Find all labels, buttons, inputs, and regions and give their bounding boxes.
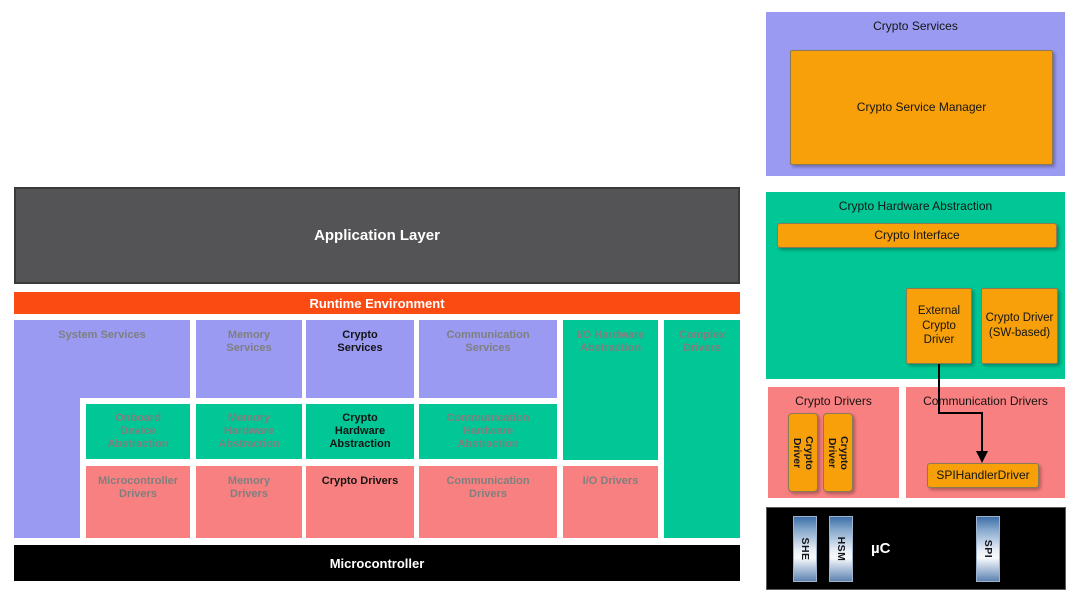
microcontroller-chip-bar: SHE HSM µC SPI (766, 507, 1066, 590)
io-drivers-label: I/O Drivers (583, 475, 639, 488)
she-chip-box: SHE (793, 516, 817, 582)
hsm-label: HSM (835, 537, 847, 562)
communication-drivers-box: Communication Drivers (419, 466, 557, 538)
communication-drivers-panel-title: Communication Drivers (906, 394, 1065, 408)
crypto-driver-1-label: Crypto Driver (791, 428, 815, 478)
crypto-driver-sw-based-label: Crypto Driver (SW-based) (985, 311, 1055, 340)
crypto-driver-vertical-box-1: Crypto Driver (788, 413, 818, 492)
microcontroller-bar: Microcontroller (14, 545, 740, 581)
communication-hardware-abstraction-label: Communication Hardware Abstraction (442, 412, 534, 451)
crypto-driver-vertical-box-2: Crypto Driver (823, 413, 853, 492)
crypto-drivers-panel-title: Crypto Drivers (768, 394, 899, 408)
microcontroller-drivers-box: Microcontroller Drivers (86, 466, 190, 538)
crypto-hardware-abstraction-label: Crypto Hardware Abstraction (325, 412, 395, 451)
uc-label: µC (871, 508, 890, 589)
autosar-crypto-architecture-diagram: Application Layer Runtime Environment Sy… (0, 0, 1080, 597)
memory-hardware-abstraction-label: Memory Hardware Abstraction (214, 412, 284, 451)
crypto-interface-label: Crypto Interface (874, 228, 959, 243)
crypto-services-label: Crypto Services (325, 329, 395, 355)
crypto-driver-2-label: Crypto Driver (826, 428, 850, 478)
io-drivers-box: I/O Drivers (563, 466, 658, 538)
crypto-driver-sw-based-box: Crypto Driver (SW-based) (981, 288, 1058, 364)
hsm-chip-box: HSM (829, 516, 853, 582)
runtime-environment-bar: Runtime Environment (14, 292, 740, 314)
runtime-environment-label: Runtime Environment (309, 296, 444, 311)
crypto-interface-box: Crypto Interface (777, 223, 1057, 248)
io-hardware-abstraction-label: I/O Hardware Abstraction (571, 329, 651, 355)
spi-handler-driver-box: SPIHandlerDriver (927, 463, 1039, 488)
spi-handler-driver-label: SPIHandlerDriver (936, 468, 1029, 483)
crypto-drivers-box: Crypto Drivers (306, 466, 414, 538)
onboard-device-abstraction-label: Onboard Device Abstraction (98, 412, 178, 451)
onboard-device-abstraction-box: Onboard Device Abstraction (86, 404, 190, 459)
communication-drivers-label: Communication Drivers (442, 475, 534, 501)
external-crypto-driver-label: External Crypto Driver (910, 304, 968, 348)
complex-drivers-label: Complex Drivers (667, 329, 737, 355)
memory-drivers-box: Memory Drivers (196, 466, 302, 538)
application-layer-box: Application Layer (14, 187, 740, 284)
spi-label: SPI (982, 540, 994, 558)
system-services-box: System Services (14, 320, 190, 398)
crypto-services-panel-title: Crypto Services (766, 19, 1065, 33)
communication-services-label: Communication Services (442, 329, 534, 355)
she-label: SHE (799, 537, 811, 560)
crypto-service-manager-label: Crypto Service Manager (857, 100, 986, 115)
crypto-hardware-abstraction-panel-title: Crypto Hardware Abstraction (766, 199, 1065, 213)
crypto-drivers-label: Crypto Drivers (322, 475, 398, 488)
crypto-hardware-abstraction-box: Crypto Hardware Abstraction (306, 404, 414, 459)
external-crypto-driver-box: External Crypto Driver (906, 288, 972, 364)
memory-services-box: Memory Services (196, 320, 302, 398)
spi-chip-box: SPI (976, 516, 1000, 582)
microcontroller-label: Microcontroller (330, 556, 425, 571)
communication-hardware-abstraction-box: Communication Hardware Abstraction (419, 404, 557, 459)
crypto-services-box: Crypto Services (306, 320, 414, 398)
memory-drivers-label: Memory Drivers (214, 475, 284, 501)
system-services-label: System Services (58, 329, 145, 342)
application-layer-label: Application Layer (314, 227, 440, 244)
communication-services-box: Communication Services (419, 320, 557, 398)
complex-drivers-box: Complex Drivers (664, 320, 740, 538)
memory-services-label: Memory Services (214, 329, 284, 355)
crypto-service-manager-box: Crypto Service Manager (790, 50, 1053, 165)
microcontroller-drivers-label: Microcontroller Drivers (92, 475, 184, 501)
io-hardware-abstraction-box: I/O Hardware Abstraction (563, 320, 658, 460)
memory-hardware-abstraction-box: Memory Hardware Abstraction (196, 404, 302, 459)
